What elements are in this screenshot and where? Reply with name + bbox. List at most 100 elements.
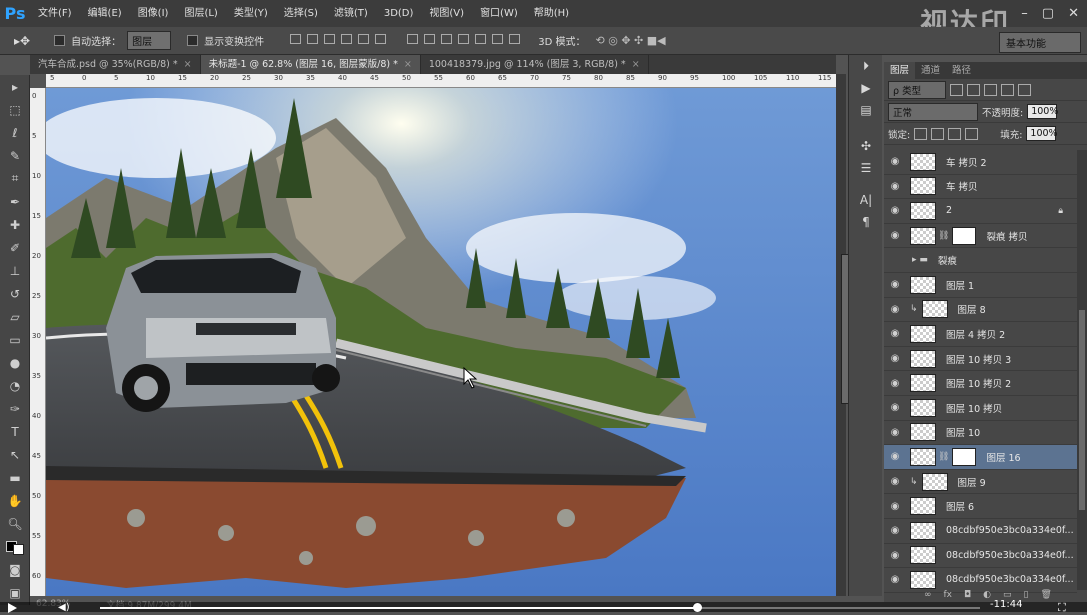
layer-row[interactable]: ◉ 图层 10 拷贝 3 — [884, 347, 1077, 372]
scroll-thumb[interactable] — [1079, 310, 1085, 510]
path-select-icon[interactable]: ↖ — [0, 443, 30, 466]
visibility-eye-icon[interactable]: ◉ — [884, 353, 906, 364]
visibility-eye-icon[interactable]: ◉ — [884, 304, 906, 315]
marquee-tool-icon[interactable]: ⬚ — [0, 98, 30, 121]
layer-row[interactable]: ◉ ↳ 图层 9 — [884, 470, 1077, 495]
lasso-tool-icon[interactable]: ℓ — [0, 121, 30, 144]
menu-item[interactable]: 选择(S) — [276, 0, 326, 27]
layer-row[interactable]: ◉ 图层 10 — [884, 421, 1077, 446]
distribute-vcenter-icon[interactable] — [424, 34, 436, 44]
menu-item[interactable]: 编辑(E) — [80, 0, 130, 27]
align-hcenter-icon[interactable] — [358, 34, 370, 44]
visibility-eye-icon[interactable]: ◉ — [884, 156, 906, 167]
layer-row[interactable]: ◉ 08cdbf950e3bc0a334e0f... — [884, 568, 1077, 593]
visibility-eye-icon[interactable]: ◉ — [884, 501, 906, 512]
layer-thumbnail[interactable] — [910, 152, 936, 171]
menu-item[interactable]: 3D(D) — [376, 0, 422, 27]
eyedropper-tool-icon[interactable]: ✒ — [0, 190, 30, 213]
close-tab-icon[interactable]: × — [184, 59, 192, 70]
layer-row[interactable]: ◉ 图层 4 拷贝 2 — [884, 322, 1077, 347]
layer-row[interactable]: ◉ 车 拷贝 — [884, 175, 1077, 200]
visibility-eye-icon[interactable]: ◉ — [884, 574, 906, 585]
menu-item[interactable]: 窗口(W) — [472, 0, 526, 27]
visibility-eye-icon[interactable]: ◉ — [884, 230, 906, 241]
layer-row[interactable]: ◉ 2 🔒︎ — [884, 199, 1077, 224]
close-tab-icon[interactable]: × — [404, 59, 412, 70]
auto-select-dropdown[interactable]: 图层 — [127, 31, 172, 50]
progress-knob[interactable] — [693, 603, 702, 612]
layer-thumbnail[interactable] — [910, 374, 936, 393]
properties-icon[interactable]: ☰ — [849, 157, 883, 179]
lock-transparent-icon[interactable] — [914, 127, 928, 140]
distribute-left-icon[interactable] — [458, 34, 470, 44]
stamp-tool-icon[interactable]: ⊥ — [0, 259, 30, 282]
menu-item[interactable]: 图层(L) — [176, 0, 225, 27]
layer-row[interactable]: ◉ 图层 6 — [884, 494, 1077, 519]
align-bottom-icon[interactable] — [324, 34, 336, 44]
menu-item[interactable]: 类型(Y) — [226, 0, 276, 27]
layer-row[interactable]: ◉ 08cdbf950e3bc0a334e0f... — [884, 544, 1077, 569]
auto-align-icon[interactable] — [509, 34, 521, 44]
brush-tool-icon[interactable]: ✐ — [0, 236, 30, 259]
menu-item[interactable]: 图像(I) — [130, 0, 177, 27]
dodge-tool-icon[interactable]: ◔ — [0, 374, 30, 397]
visibility-eye-icon[interactable]: ◉ — [884, 205, 906, 216]
move-tool-icon[interactable]: ▸✥ — [14, 34, 30, 48]
layer-thumbnail[interactable] — [910, 398, 936, 417]
visibility-eye-icon[interactable]: ◉ — [884, 378, 906, 389]
layer-thumbnail[interactable] — [910, 324, 936, 343]
lock-paint-icon[interactable] — [931, 127, 945, 140]
filter-smart-icon[interactable] — [1018, 83, 1031, 96]
menu-item[interactable]: 文件(F) — [30, 0, 80, 27]
document-tab[interactable]: 100418379.jpg @ 114% (图层 3, RGB/8) * × — [421, 55, 649, 74]
layer-thumbnail[interactable] — [910, 521, 936, 540]
layer-filter-dropdown[interactable]: ρ 类型 — [888, 80, 946, 99]
align-left-icon[interactable] — [341, 34, 353, 44]
auto-select-checkbox[interactable] — [54, 35, 66, 46]
layer-thumbnail[interactable] — [910, 570, 936, 589]
document-tab[interactable]: 汽车合成.psd @ 35%(RGB/8) * × — [30, 55, 201, 74]
volume-icon[interactable]: ◀) — [58, 602, 70, 613]
layer-row[interactable]: ▸ ▬ 裂痕 — [884, 248, 1077, 273]
panel-tab[interactable]: 通道 — [915, 62, 946, 79]
hand-tool-icon[interactable]: ✋ — [0, 489, 30, 512]
layer-row[interactable]: ◉ 图层 1 — [884, 273, 1077, 298]
layer-row[interactable]: ◉ 图层 10 拷贝 — [884, 396, 1077, 421]
menu-item[interactable]: 滤镜(T) — [326, 0, 376, 27]
layer-row[interactable]: ◉ 车 拷贝 2 — [884, 150, 1077, 175]
eraser-tool-icon[interactable]: ▱ — [0, 305, 30, 328]
layer-thumbnail[interactable] — [910, 275, 936, 294]
fill-input[interactable]: 100% — [1026, 126, 1058, 141]
color-swatches-icon[interactable] — [0, 535, 30, 558]
document-canvas[interactable] — [46, 88, 836, 596]
visibility-eye-icon[interactable]: ◉ — [884, 451, 906, 462]
distribute-hcenter-icon[interactable] — [475, 34, 487, 44]
distribute-top-icon[interactable] — [407, 34, 419, 44]
close-icon[interactable]: ✕ — [1068, 6, 1079, 21]
layer-thumbnail[interactable] — [910, 423, 936, 442]
layer-thumbnail[interactable] — [910, 546, 936, 565]
filter-type-icon[interactable] — [984, 83, 997, 96]
layer-thumbnail[interactable] — [910, 447, 936, 466]
gradient-tool-icon[interactable]: ▭ — [0, 328, 30, 351]
quick-select-tool-icon[interactable]: ✎ — [0, 144, 30, 167]
paragraph-icon[interactable]: ¶ — [849, 211, 883, 233]
layer-mask-thumbnail[interactable] — [952, 447, 977, 466]
lock-all-icon[interactable] — [965, 127, 979, 140]
3d-tool-icons[interactable]: ⟲ ◎ ✥ ✣ ■◀ — [596, 34, 666, 47]
adjust-icon[interactable]: ✣ — [849, 135, 883, 157]
healing-brush-icon[interactable]: ✚ — [0, 213, 30, 236]
close-tab-icon[interactable]: × — [632, 59, 640, 70]
play-action-icon[interactable]: ▶ — [849, 77, 883, 99]
shape-tool-icon[interactable]: ▬ — [0, 466, 30, 489]
history-icon[interactable]: ⏵ — [849, 55, 883, 77]
workspace-dropdown[interactable]: 基本功能 — [999, 32, 1081, 53]
visibility-eye-icon[interactable]: ◉ — [884, 550, 906, 561]
folder-icon[interactable]: ▸ ▬ — [912, 255, 928, 265]
maximize-icon[interactable]: ▢ — [1042, 6, 1054, 21]
panel-tab[interactable]: 图层 — [884, 62, 916, 79]
layer-thumbnail[interactable] — [921, 300, 948, 319]
visibility-eye-icon[interactable]: ◉ — [884, 525, 906, 536]
layer-row[interactable]: ◉ 08cdbf950e3bc0a334e0f... — [884, 519, 1077, 544]
char-icon[interactable]: A| — [849, 189, 883, 211]
